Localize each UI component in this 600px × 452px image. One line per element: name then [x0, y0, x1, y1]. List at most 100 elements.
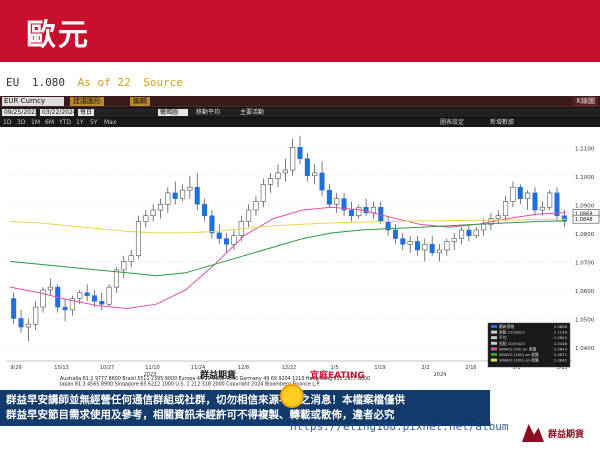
tab-6m[interactable]: 6M [45, 119, 54, 126]
candle-up [40, 289, 46, 308]
candle-down [224, 238, 230, 245]
chart-type-field[interactable]: 蠟燭圖 [158, 109, 188, 116]
x-tick-label: 2/2 [421, 365, 429, 371]
tab-1y[interactable]: 1Y [76, 119, 83, 126]
candle-down [392, 229, 398, 239]
candle-down [429, 244, 435, 254]
candle-down [297, 147, 303, 159]
legend-swatch [491, 330, 497, 334]
candle-up [253, 201, 259, 211]
candle-up [356, 206, 362, 216]
candlestick-view-button[interactable]: K線圖 [573, 97, 598, 106]
x-tick-label: 2/16 [465, 365, 476, 371]
candle-up [444, 241, 450, 251]
candle-up [246, 209, 252, 222]
candle-up [135, 221, 142, 256]
legend-swatch [491, 358, 497, 362]
tab-1d[interactable]: 1D [3, 119, 11, 126]
candle-up [473, 229, 479, 236]
disclaimer-line-1: 群益早安講師並無經營任何通信群組或社群，切勿相信來源不明之消息！本檔案檔僅供 [6, 394, 405, 406]
sun-mascot-icon [280, 384, 304, 408]
suggest-chart-button[interactable]: 建議圖形 [70, 97, 104, 106]
candle-down [319, 172, 325, 191]
end-date-field[interactable]: 03/22/2024 [40, 109, 77, 116]
y-tick-label: 1.0500 [575, 317, 595, 323]
legend-swatch [491, 341, 497, 345]
x-tick-label: 1/19 [374, 365, 385, 371]
start-date-field[interactable]: 09/25/2023 [2, 109, 39, 116]
moving-avg-toggle[interactable]: 移動平均 [196, 109, 220, 116]
candle-down [202, 204, 208, 216]
candle-up [187, 186, 193, 191]
y-tick-label: 1.0600 [575, 289, 595, 295]
legend-label: SMAVG (200) on 收盤 [499, 358, 539, 363]
edit-button[interactable]: 編輯 [130, 97, 150, 106]
y-tick-label: 1.0800 [575, 232, 595, 238]
candlestick-chart: 1.1100 1.1000 1.0900 1.0800 1.0700 1.0600 1.05… [0, 127, 600, 386]
legend-swatch [491, 325, 497, 328]
bloomberg-terminal: EUR Curncy 建議圖形 編輯 K線圖 09/25/2023 03/22/… [0, 96, 600, 386]
legend-label: 最新價格 [499, 324, 514, 329]
year-label: 2024 [434, 372, 447, 378]
candle-up [150, 209, 156, 216]
terminal-params: 09/25/2023 03/22/2024 每日 蠟燭圖 移動平均 主要活動 [0, 108, 600, 117]
brand-right-label: 宜庭EATING [310, 369, 365, 381]
add-data-button[interactable]: 新增數據 [490, 119, 514, 126]
candle-down [18, 318, 24, 328]
legend-value: 1.0808 [554, 324, 568, 329]
legend-label: 低點 10/03/23 [499, 341, 525, 346]
candle-up [77, 292, 83, 299]
quote-source: Source [143, 76, 183, 89]
legend-value: 1.1139 [554, 330, 568, 335]
candle-up [275, 172, 281, 179]
brand-left-label: 群益期貨 [199, 369, 236, 381]
tab-ytd[interactable]: YTD [59, 119, 71, 126]
y-tick-label: 1.0400 [575, 346, 595, 352]
ticker-field[interactable]: EUR Curncy [2, 97, 64, 106]
events-toggle[interactable]: 主要活動 [240, 109, 264, 116]
legend-value: 1.0842 [554, 358, 568, 363]
candle-up [106, 286, 112, 305]
candle-up [33, 306, 39, 325]
period-field[interactable]: 每日 [78, 109, 94, 116]
quote-asof: As of 22 [77, 76, 131, 89]
legend-value: 1.0843 [554, 346, 568, 351]
quote-symbol: EU [6, 76, 20, 89]
candle-down [554, 192, 560, 216]
candle-down [414, 241, 421, 251]
company-logo: 群益期貨 [520, 420, 594, 446]
chart-settings-button[interactable]: 圖表設定 [440, 119, 464, 126]
header-banner: 歐元 [0, 0, 600, 62]
y-tick-label: 1.1000 [575, 175, 595, 181]
y-tick-label: 1.0900 [575, 203, 595, 209]
legend-label: SMAVG (50) on 收盤 [499, 346, 537, 351]
legend-label: 高點 12/28/23 [499, 330, 525, 335]
candle-up [157, 204, 164, 211]
candle-down [517, 186, 523, 199]
legend-swatch [491, 336, 497, 340]
candle-up [25, 323, 31, 328]
x-tick-label: 10/27 [100, 365, 114, 371]
quote-line: EU 1.080 As of 22 Source [6, 76, 189, 89]
tab-1m[interactable]: 1M [31, 119, 40, 126]
tab-5y[interactable]: 5Y [90, 119, 97, 126]
candle-down [209, 215, 215, 234]
candle-up [180, 189, 186, 199]
candle-up [503, 201, 509, 216]
candle-up [268, 178, 274, 185]
candle-up [231, 235, 237, 245]
tab-3d[interactable]: 3D [17, 119, 25, 126]
candle-up [47, 286, 53, 291]
tab-max[interactable]: Max [104, 119, 116, 126]
legend-swatch [491, 347, 497, 351]
legend-label: SMAVG (100) on 收盤 [499, 352, 539, 357]
legend-value: 1.0802 [554, 335, 568, 340]
x-tick-label: 10/13 [54, 365, 68, 371]
candle-down [91, 295, 97, 302]
legend-value: 1.0448 [554, 341, 568, 346]
period-tabs: 1D 3D 1M 6M YTD 1Y 5Y Max 圖表設定 新增數據 [0, 118, 600, 127]
candle-up [370, 206, 376, 214]
candle-up [165, 192, 171, 205]
candle-down [466, 229, 472, 236]
candle-up [525, 192, 531, 199]
